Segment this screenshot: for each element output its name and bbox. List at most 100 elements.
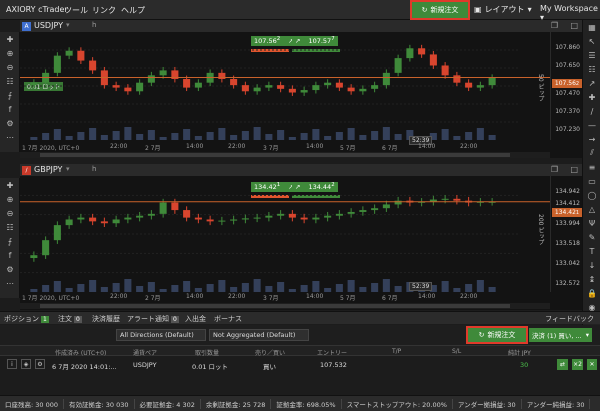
tab-orders[interactable]: 注文 0 xyxy=(58,314,82,324)
more-icon[interactable]: ⋯ xyxy=(0,276,20,290)
chevron-down-icon[interactable]: ▾ xyxy=(66,165,70,173)
candle-body xyxy=(89,60,97,71)
horizontal-scrollbar[interactable] xyxy=(20,303,550,309)
x-tick: 22:00 xyxy=(228,143,246,150)
candle-body xyxy=(441,198,449,200)
pip-label: 200 ピップ xyxy=(537,214,544,246)
new-order-button-bottom[interactable]: ↻ 新規注文 xyxy=(466,326,528,344)
trend-line-icon[interactable]: ∕ xyxy=(583,104,600,118)
shield-icon[interactable]: ◈ xyxy=(21,359,31,369)
tab-deposit[interactable]: 入出金 xyxy=(185,314,206,324)
robot-icon[interactable]: ⚙ xyxy=(0,262,20,276)
double-icon[interactable]: ×2 xyxy=(572,359,583,370)
triangle-icon[interactable]: △ xyxy=(583,202,600,216)
measure-icon[interactable]: ↨ xyxy=(583,272,600,286)
horizontal-scrollbar[interactable] xyxy=(20,152,550,158)
direction-filter[interactable]: All Directions (Default) xyxy=(116,329,206,341)
chart-pane-usdjpy[interactable]: A USDJPY ▾ h ❐ □ 107.562 ↗ ↗ 107.577 0.0… xyxy=(20,20,582,158)
robot-icon[interactable]: ⚙ xyxy=(0,116,20,130)
chart-pane-gbpjpy[interactable]: ∕ GBPJPY ▾ h ❐ □ 134.421 ↗ ↗ 134.442 134… xyxy=(20,164,582,310)
lock-icon[interactable]: 🔒 xyxy=(583,286,600,300)
text-icon[interactable]: T xyxy=(583,244,600,258)
facebook-icon[interactable]: f xyxy=(0,248,20,262)
zoom-out-icon[interactable]: ⊖ xyxy=(0,206,20,220)
horizontal-line-icon[interactable]: — xyxy=(583,118,600,132)
zoom-in-icon[interactable]: ⊕ xyxy=(0,192,20,206)
feedback-link[interactable]: フィードバック xyxy=(545,314,594,324)
ellipse-icon[interactable]: ◯ xyxy=(583,188,600,202)
chevron-down-icon[interactable]: ▾ xyxy=(66,21,70,29)
channel-icon[interactable]: ⫽ xyxy=(583,146,600,160)
candle-body xyxy=(324,215,332,218)
list-icon[interactable]: ☰ xyxy=(583,48,600,62)
facebook-icon[interactable]: f xyxy=(0,102,20,116)
info-icon[interactable]: i xyxy=(7,359,17,369)
candle-body xyxy=(288,213,296,218)
y-tick: 107.370 xyxy=(555,108,580,115)
fibonacci-icon[interactable]: ≡ xyxy=(583,160,600,174)
x-tick: 14:00 xyxy=(306,143,324,150)
restore-icon[interactable]: ❐ xyxy=(551,21,558,30)
volume-bar xyxy=(124,279,132,292)
tab-history[interactable]: 決済履歴 xyxy=(92,314,120,324)
rectangle-icon[interactable]: ▭ xyxy=(583,174,600,188)
price-scale[interactable]: 134.942 134.412 133.994 133.518 133.042 … xyxy=(550,176,582,292)
time-axis[interactable]: 1 7月 2020, UTC+0 22:00 2 7月 14:00 22:00 … xyxy=(20,142,582,152)
timeframe-selector[interactable]: h xyxy=(92,165,96,173)
new-order-button[interactable]: ↻ 新規注文 xyxy=(410,0,470,20)
pitchfork-icon[interactable]: Ψ xyxy=(583,216,600,230)
gear-icon[interactable]: ⚙ xyxy=(35,359,45,369)
maximize-icon[interactable]: □ xyxy=(570,165,578,174)
volume-bar xyxy=(53,281,61,292)
pen-icon[interactable]: ✎ xyxy=(583,230,600,244)
chart-type-icon[interactable]: ☷ xyxy=(0,74,20,88)
more-icon[interactable]: ⋯ xyxy=(0,130,20,144)
candlestick-chart[interactable] xyxy=(20,32,550,140)
symbol-name[interactable]: GBPJPY xyxy=(34,165,62,174)
reverse-icon[interactable]: ⇄ xyxy=(557,359,568,370)
maximize-icon[interactable]: □ xyxy=(570,21,578,30)
candle-body xyxy=(241,85,249,92)
col-tp[interactable]: T/P xyxy=(392,348,401,355)
candle-body xyxy=(30,82,38,86)
aggregation-filter[interactable]: Not Aggregated (Default) xyxy=(209,329,309,341)
cell-volume: 0.01 ロット xyxy=(192,363,229,371)
crosshair-icon[interactable]: ✚ xyxy=(0,178,20,192)
candle-body xyxy=(347,87,355,92)
tab-alerts[interactable]: アラート通知 0 xyxy=(127,314,179,324)
layout-button[interactable]: ▣ レイアウト ▾ xyxy=(474,4,532,15)
pointer-icon[interactable]: ↖ xyxy=(583,34,600,48)
close-icon[interactable]: ✕ xyxy=(587,359,597,370)
menu-tools[interactable]: ツール xyxy=(64,5,88,16)
crosshair-icon[interactable]: ✚ xyxy=(0,32,20,46)
watchlist-icon[interactable]: ☷ xyxy=(583,62,600,76)
indicator-icon[interactable]: ⨍ xyxy=(0,88,20,102)
volume-bar xyxy=(241,131,249,140)
menu-help[interactable]: ヘルプ xyxy=(121,5,145,16)
restore-icon[interactable]: ❐ xyxy=(551,165,558,174)
tab-positions[interactable]: ポジション 1 xyxy=(4,314,49,324)
volume-bar xyxy=(136,134,144,140)
candlestick-chart[interactable] xyxy=(20,176,550,292)
menu-links[interactable]: リンク xyxy=(92,5,116,16)
col-sl[interactable]: S/L xyxy=(452,348,461,355)
price-scale[interactable]: 107.860 107.650 107.470 107.370 107.230 … xyxy=(550,32,582,140)
timeframe-selector[interactable]: h xyxy=(92,21,96,29)
tab-bonus[interactable]: ボーナス xyxy=(214,314,242,324)
ray-icon[interactable]: → xyxy=(583,132,600,146)
chart-type-icon[interactable]: ☷ xyxy=(0,220,20,234)
arrow-icon[interactable]: ↓ xyxy=(583,258,600,272)
zoom-in-icon[interactable]: ⊕ xyxy=(0,46,20,60)
cursor-icon[interactable]: ↗ xyxy=(583,76,600,90)
table-row[interactable]: i ◈ ⚙ 6 7月 2020 14:01:... USDJPY 0.01 ロッ… xyxy=(0,356,600,373)
close-positions-button[interactable]: 決済 (1) 買い, ... ▾ xyxy=(529,328,592,342)
candle-body xyxy=(382,72,390,86)
layout-icon: ▣ xyxy=(474,5,482,14)
indicator-icon[interactable]: ⨍ xyxy=(0,234,20,248)
zoom-out-icon[interactable]: ⊖ xyxy=(0,60,20,74)
time-axis[interactable]: 1 7月 2020, UTC+0 22:00 2 7月 14:00 22:00 … xyxy=(20,292,582,302)
volume-bar xyxy=(359,135,367,140)
grid-icon[interactable]: ▦ xyxy=(583,20,600,34)
symbol-name[interactable]: USDJPY xyxy=(34,21,63,30)
crosshair-icon[interactable]: ✚ xyxy=(583,90,600,104)
